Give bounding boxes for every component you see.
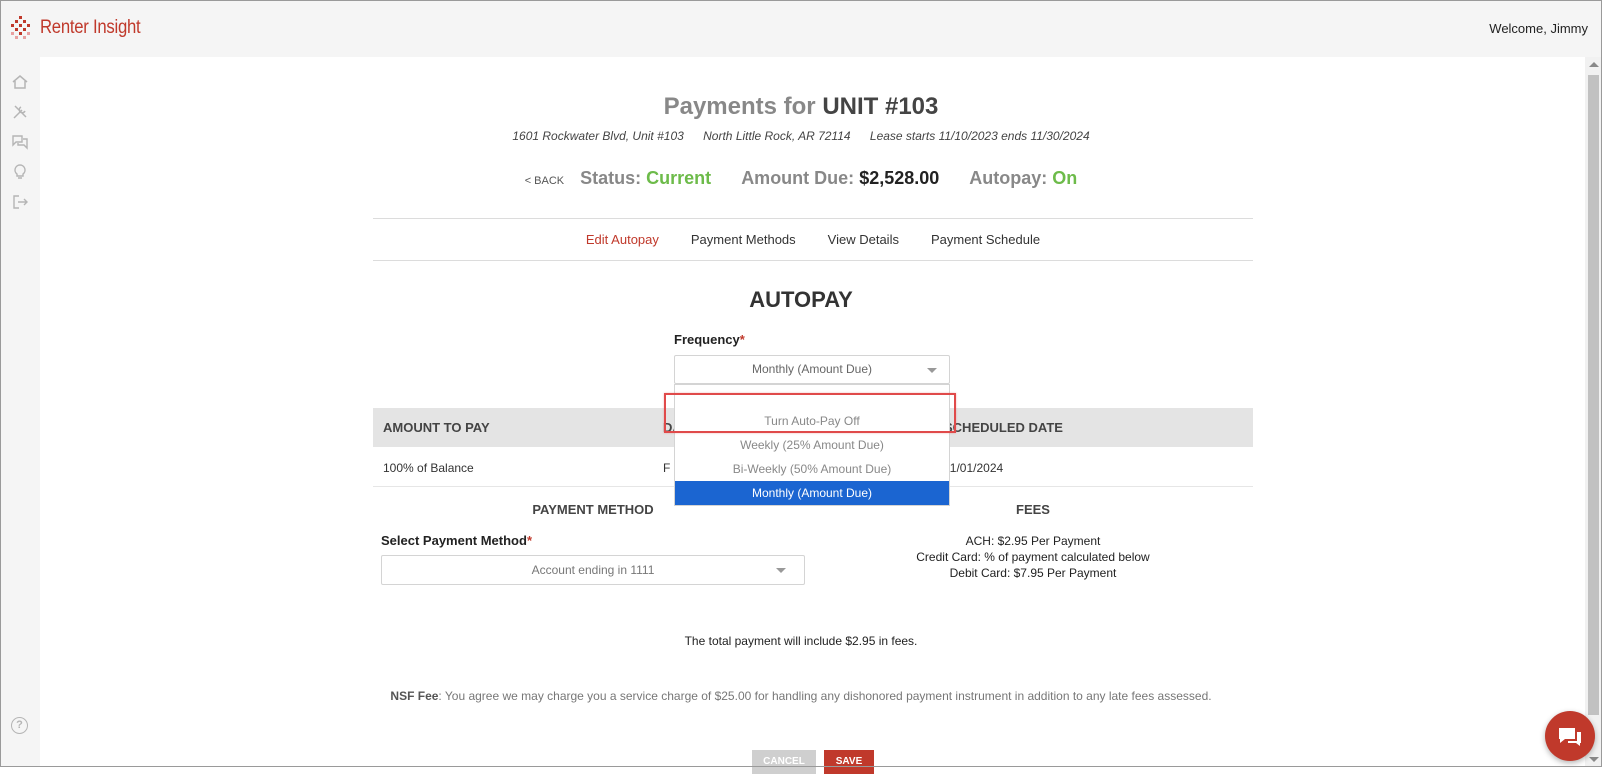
status-label: Status: xyxy=(580,168,642,188)
address-line: 1601 Rockwater Blvd, Unit #103 North Lit… xyxy=(0,129,1602,143)
amount-due-value: $2,528.00 xyxy=(859,168,940,188)
tab-view-details[interactable]: View Details xyxy=(828,232,899,247)
save-button[interactable]: SAVE xyxy=(824,750,874,774)
payment-method-label: Select Payment Method* xyxy=(381,533,532,548)
cancel-button[interactable]: CANCEL xyxy=(752,750,816,774)
frequency-label-text: Frequency xyxy=(674,332,740,347)
scroll-up-icon[interactable] xyxy=(1589,62,1599,67)
title-prefix: Payments for xyxy=(663,93,816,120)
option-bi-weekly[interactable]: Bi-Weekly (50% Amount Due) xyxy=(675,457,949,481)
required-marker: * xyxy=(526,533,532,548)
amount-due-label: Amount Due: xyxy=(741,168,855,188)
cell-amount: 100% of Balance xyxy=(383,461,474,475)
back-link[interactable]: < BACK xyxy=(525,175,564,187)
scrollbar[interactable] xyxy=(1585,57,1602,767)
amount-due: Amount Due: $2,528.00 xyxy=(741,168,939,189)
help-icon[interactable]: ? xyxy=(11,717,28,734)
status-row: < BACK Status: Current Amount Due: $2,52… xyxy=(0,168,1602,189)
fee-ach: ACH: $2.95 Per Payment xyxy=(965,534,1101,548)
brand-name: Renter Insight xyxy=(40,17,141,38)
address-street: 1601 Rockwater Blvd, Unit #103 xyxy=(512,129,684,143)
payment-method-select[interactable]: Account ending in 1111 xyxy=(381,555,805,585)
tab-bar: Edit Autopay Payment Methods View Detail… xyxy=(373,218,1253,261)
frequency-label: Frequency* xyxy=(674,332,745,347)
nsf-text: : You agree we may charge you a service … xyxy=(438,689,1212,703)
cell-scheduled-date: 11/01/2024 xyxy=(944,461,1004,475)
annotation-highlight xyxy=(664,393,956,433)
payment-method-label-text: Select Payment Method xyxy=(381,533,527,548)
page-title: Payments for UNIT #103 xyxy=(0,93,1602,121)
chevron-down-icon xyxy=(776,568,786,573)
tab-payment-methods[interactable]: Payment Methods xyxy=(691,232,796,247)
option-monthly[interactable]: Monthly (Amount Due) xyxy=(675,481,949,505)
welcome-text[interactable]: Welcome, Jimmy xyxy=(1489,21,1588,36)
cell-date: F xyxy=(663,461,671,475)
live-chat-button[interactable] xyxy=(1545,711,1595,761)
fee-credit-card: Credit Card: % of payment calculated bel… xyxy=(916,550,1150,564)
status-indicator: Status: Current xyxy=(580,168,711,189)
top-bar: Renter Insight Welcome, Jimmy xyxy=(0,0,1602,57)
autopay-value: On xyxy=(1052,168,1078,188)
tab-edit-autopay[interactable]: Edit Autopay xyxy=(586,232,659,247)
col-amount-to-pay: AMOUNT TO PAY xyxy=(383,420,490,435)
frequency-value: Monthly (Amount Due) xyxy=(751,362,873,376)
left-sidebar: ? xyxy=(0,57,40,767)
total-fee-note: The total payment will include $2.95 in … xyxy=(684,634,918,648)
fee-debit-card: Debit Card: $7.95 Per Payment xyxy=(949,566,1117,580)
option-weekly[interactable]: Weekly (25% Amount Due) xyxy=(675,433,949,457)
nsf-label: NSF Fee xyxy=(390,689,439,703)
autopay-label: Autopay: xyxy=(969,168,1048,188)
fees-list: ACH: $2.95 Per Payment Credit Card: % of… xyxy=(813,533,1253,581)
address-city: North Little Rock, AR 72114 xyxy=(703,129,851,143)
autopay-heading: AUTOPAY xyxy=(749,287,853,312)
lease-dates: Lease starts 11/10/2023 ends 11/30/2024 xyxy=(869,129,1090,143)
nsf-note: NSF Fee: You agree we may charge you a s… xyxy=(0,689,1602,703)
tab-payment-schedule[interactable]: Payment Schedule xyxy=(931,232,1040,247)
logout-icon[interactable] xyxy=(11,193,29,211)
required-marker: * xyxy=(739,332,745,347)
home-icon[interactable] xyxy=(11,73,29,91)
brand-logo[interactable]: Renter Insight xyxy=(8,10,154,46)
logo-icon xyxy=(11,16,30,39)
chevron-down-icon xyxy=(927,368,937,373)
autopay-status: Autopay: On xyxy=(969,168,1077,189)
frequency-select[interactable]: Monthly (Amount Due) xyxy=(674,355,950,384)
payment-method-value: Account ending in 1111 xyxy=(531,563,655,577)
status-value: Current xyxy=(646,168,712,188)
chat-bubble-icon xyxy=(1559,728,1581,746)
title-unit: UNIT #103 xyxy=(822,93,939,120)
col-scheduled-date: SCHEDULED DATE xyxy=(944,420,1063,435)
